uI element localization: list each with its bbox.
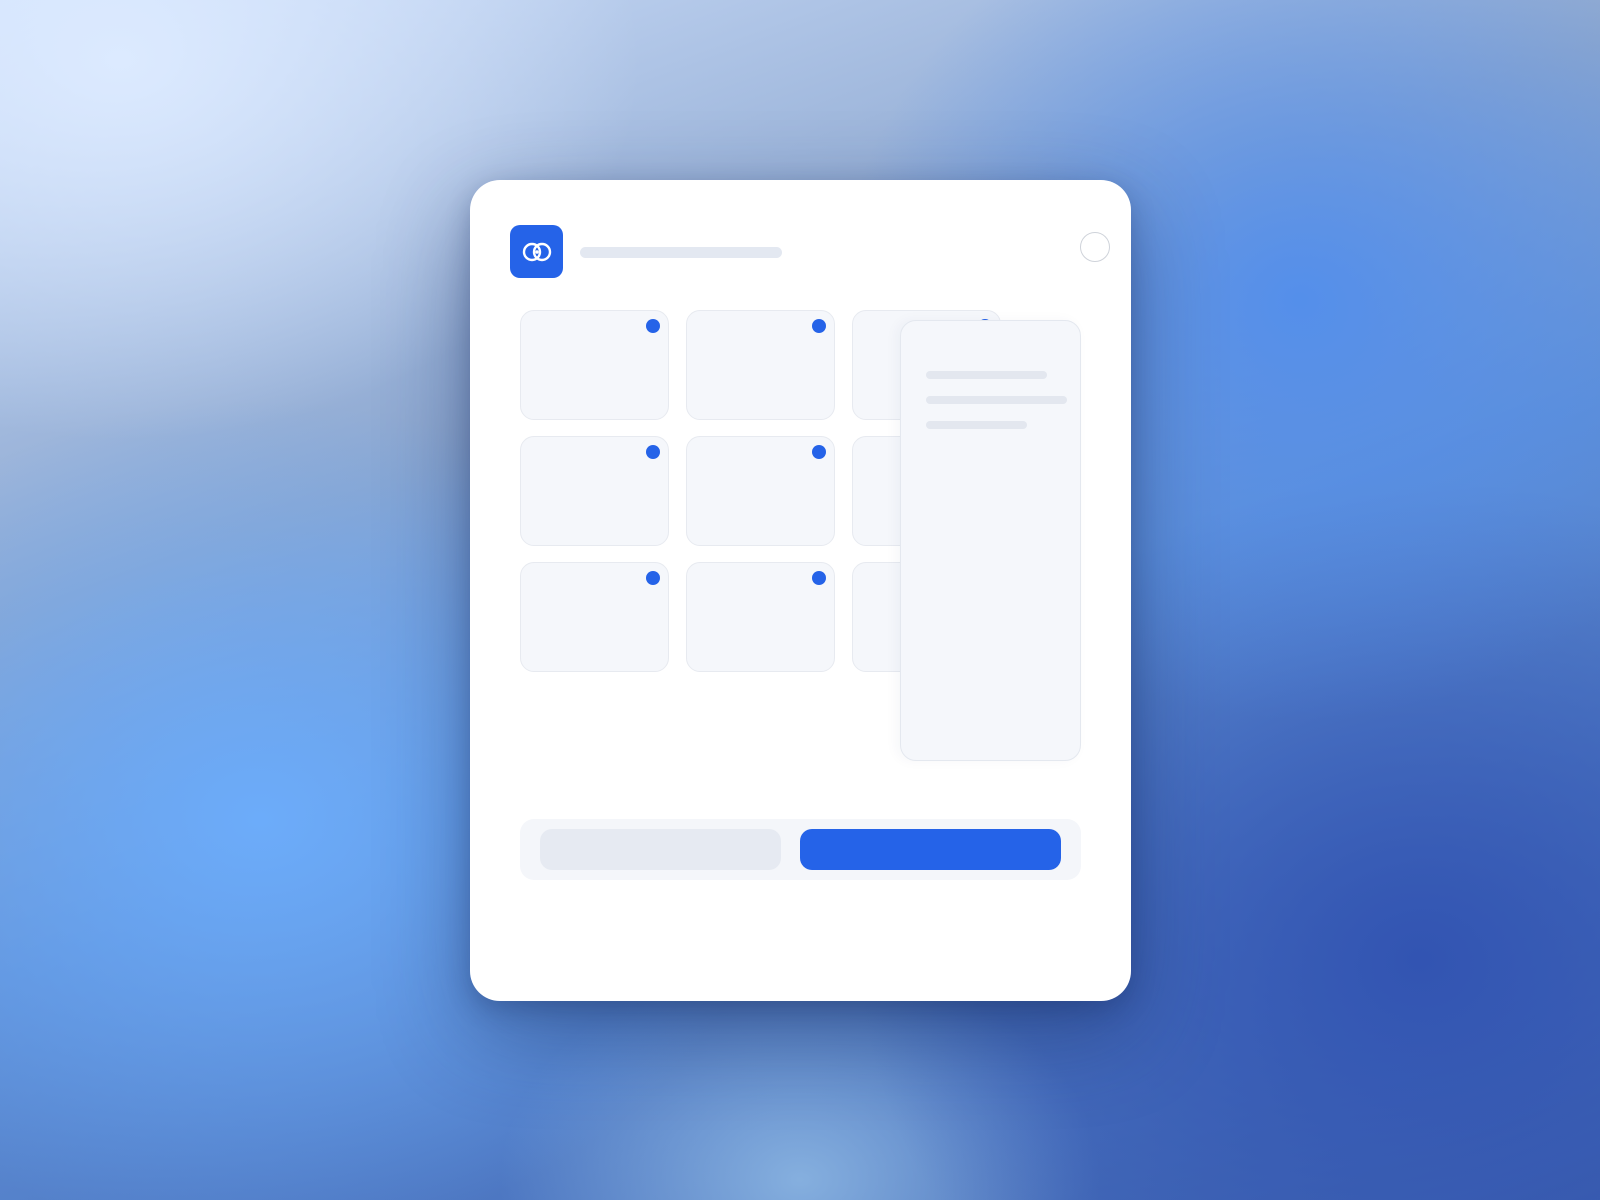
cancel-button[interactable] <box>540 829 781 870</box>
status-dot <box>646 319 660 333</box>
close-button[interactable] <box>1080 232 1110 262</box>
app-logo <box>510 225 563 278</box>
status-dot <box>812 445 826 459</box>
grid-tile[interactable] <box>520 562 669 672</box>
grid-tile[interactable] <box>520 436 669 546</box>
panel-text-line <box>926 421 1027 429</box>
status-dot <box>646 571 660 585</box>
status-dot <box>812 319 826 333</box>
dialog-window <box>470 180 1131 1001</box>
panel-text-line <box>926 396 1067 404</box>
grid-tile[interactable] <box>520 310 669 420</box>
action-bar <box>520 819 1081 880</box>
grid-tile[interactable] <box>686 310 835 420</box>
detail-panel <box>900 320 1081 761</box>
window-title <box>580 247 782 258</box>
status-dot <box>812 571 826 585</box>
grid-tile[interactable] <box>686 436 835 546</box>
panel-text-line <box>926 371 1047 379</box>
linked-rings-icon <box>522 242 551 261</box>
confirm-button[interactable] <box>800 829 1061 870</box>
grid-tile[interactable] <box>686 562 835 672</box>
status-dot <box>646 445 660 459</box>
